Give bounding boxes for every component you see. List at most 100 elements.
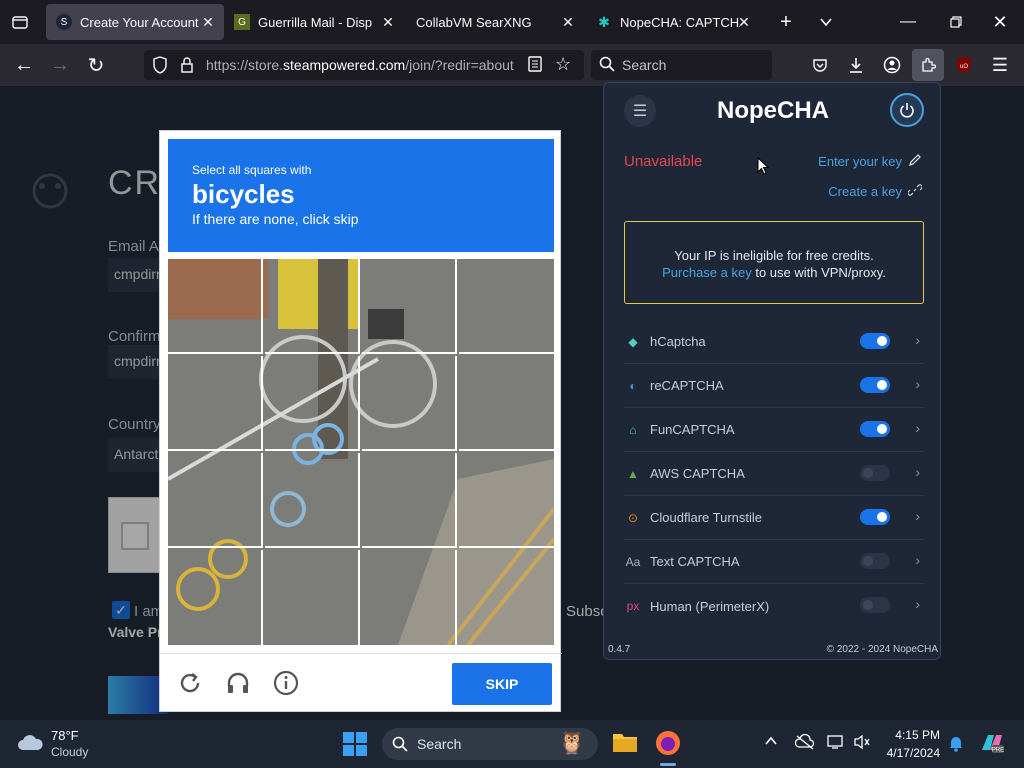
chevron-right-icon[interactable]: › bbox=[915, 332, 920, 348]
clock-date[interactable]: 4/17/2024 bbox=[880, 746, 940, 760]
captcha-tile[interactable] bbox=[265, 259, 360, 354]
close-tab-icon[interactable]: ✕ bbox=[560, 14, 576, 30]
steam-icon: S bbox=[56, 14, 72, 30]
chevron-down-icon[interactable] bbox=[812, 8, 840, 36]
captcha-tile[interactable] bbox=[265, 356, 360, 451]
captcha-tile[interactable] bbox=[362, 550, 457, 645]
file-explorer-icon[interactable] bbox=[612, 730, 638, 759]
extensions-icon[interactable] bbox=[912, 49, 944, 81]
chevron-right-icon[interactable]: › bbox=[915, 420, 920, 436]
chevron-right-icon[interactable]: › bbox=[915, 376, 920, 392]
hcaptcha-toggle[interactable] bbox=[860, 333, 890, 349]
captcha-tile[interactable] bbox=[362, 259, 457, 354]
close-tab-icon[interactable]: ✕ bbox=[200, 14, 216, 30]
captcha-tile[interactable] bbox=[265, 550, 360, 645]
taskbar-search[interactable]: Search 🦉 bbox=[382, 728, 598, 760]
captcha-footer: SKIP bbox=[160, 653, 562, 713]
notification-bell-icon[interactable] bbox=[948, 734, 964, 757]
copilot-icon[interactable]: PRE bbox=[980, 732, 1004, 759]
service-row-cloudflare[interactable]: ⊙ Cloudflare Turnstile › bbox=[624, 496, 924, 540]
captcha-tile[interactable] bbox=[459, 550, 554, 645]
taskbar: 78°F Cloudy Search 🦉 4:15 PM 4/17/2024 P… bbox=[0, 720, 1024, 768]
pocket-icon[interactable] bbox=[806, 51, 834, 79]
chevron-right-icon[interactable]: › bbox=[915, 552, 920, 568]
captcha-tile[interactable] bbox=[265, 453, 360, 548]
lock-icon[interactable] bbox=[180, 56, 194, 77]
windows-start-icon[interactable] bbox=[343, 732, 367, 761]
notice-text: Your IP is ineligible for free credits. bbox=[674, 248, 874, 263]
tab-label: CollabVM SearXNG bbox=[416, 14, 532, 30]
audio-icon[interactable] bbox=[225, 670, 251, 701]
tab-create-account[interactable]: S Create Your Account ✕ bbox=[46, 4, 224, 40]
purchase-key-link[interactable]: Purchase a key bbox=[662, 265, 752, 280]
enter-key-label: Enter your key bbox=[818, 154, 902, 169]
download-icon[interactable] bbox=[842, 51, 870, 79]
recaptcha-toggle[interactable] bbox=[860, 377, 890, 393]
maximize-icon[interactable] bbox=[942, 8, 970, 36]
nopecha-popup: ☰ NopeCHA Unavailable Enter your key Cre… bbox=[603, 82, 941, 660]
minimize-icon[interactable]: — bbox=[894, 8, 922, 36]
cloudflare-toggle[interactable] bbox=[860, 509, 890, 525]
reload-icon[interactable]: ↻ bbox=[82, 51, 110, 79]
tab-list-icon[interactable] bbox=[6, 8, 34, 36]
shield-icon[interactable] bbox=[152, 56, 168, 77]
network-icon[interactable] bbox=[827, 734, 845, 755]
chevron-right-icon[interactable]: › bbox=[915, 508, 920, 524]
funcaptcha-toggle[interactable] bbox=[860, 421, 890, 437]
volume-icon[interactable] bbox=[853, 734, 871, 755]
close-tab-icon[interactable]: ✕ bbox=[736, 14, 752, 30]
bookmark-star-icon[interactable]: ☆ bbox=[555, 54, 571, 75]
onedrive-icon[interactable] bbox=[794, 733, 815, 755]
close-tab-icon[interactable]: ✕ bbox=[380, 14, 396, 30]
service-row-perimeterx[interactable]: px Human (PerimeterX) › bbox=[624, 584, 924, 628]
create-key-link[interactable]: Create a key bbox=[828, 183, 923, 200]
menu-icon[interactable]: ☰ bbox=[986, 51, 1014, 79]
chevron-right-icon[interactable]: › bbox=[915, 596, 920, 612]
captcha-tile[interactable] bbox=[168, 259, 263, 354]
enter-key-link[interactable]: Enter your key bbox=[818, 153, 922, 170]
captcha-tile[interactable] bbox=[362, 453, 457, 548]
clock-time[interactable]: 4:15 PM bbox=[884, 728, 940, 742]
temperature-label: 78°F bbox=[51, 728, 79, 743]
captcha-tile[interactable] bbox=[459, 356, 554, 451]
tab-guerrilla-mail[interactable]: G Guerrilla Mail - Disp ✕ bbox=[224, 4, 404, 40]
captcha-tile[interactable] bbox=[168, 453, 263, 548]
close-window-icon[interactable]: ✕ bbox=[986, 8, 1014, 36]
power-icon[interactable] bbox=[890, 93, 924, 127]
tab-collabvm-searxng[interactable]: CollabVM SearXNG ✕ bbox=[406, 4, 584, 40]
captcha-tile[interactable] bbox=[168, 550, 263, 645]
chevron-right-icon[interactable]: › bbox=[915, 464, 920, 480]
new-tab-icon[interactable]: + bbox=[772, 8, 800, 36]
reader-view-icon[interactable] bbox=[528, 56, 542, 75]
aws-toggle[interactable] bbox=[860, 465, 890, 481]
back-icon[interactable]: ← bbox=[10, 51, 38, 79]
text-captcha-toggle[interactable] bbox=[860, 553, 890, 569]
perimeterx-toggle[interactable] bbox=[860, 597, 890, 613]
service-row-text-captcha[interactable]: Aa Text CAPTCHA › bbox=[624, 540, 924, 584]
service-row-hcaptcha[interactable]: ◆ hCaptcha › bbox=[624, 320, 924, 364]
reload-icon[interactable] bbox=[177, 670, 203, 701]
account-icon[interactable] bbox=[878, 51, 906, 79]
text-icon: Aa bbox=[625, 554, 641, 569]
service-row-recaptcha[interactable]: ◐ reCAPTCHA › bbox=[624, 364, 924, 408]
service-row-funcaptcha[interactable]: ⌂ FunCAPTCHA › bbox=[624, 408, 924, 452]
service-label: Human (PerimeterX) bbox=[650, 598, 770, 614]
captcha-tile[interactable] bbox=[168, 356, 263, 451]
captcha-tile[interactable] bbox=[362, 356, 457, 451]
url-prefix: https://store. bbox=[206, 57, 284, 73]
url-text[interactable]: https://store.steampowered.com/join/?red… bbox=[206, 57, 516, 73]
info-icon[interactable] bbox=[273, 670, 299, 701]
version-label: 0.4.7 bbox=[608, 644, 631, 655]
chevron-up-icon[interactable] bbox=[764, 734, 778, 753]
service-row-aws[interactable]: ▲ AWS CAPTCHA › bbox=[624, 452, 924, 496]
captcha-tile[interactable] bbox=[459, 259, 554, 354]
tab-nopecha[interactable]: ✱ NopeCHA: CAPTCHA S ✕ bbox=[586, 4, 760, 40]
service-label: Cloudflare Turnstile bbox=[650, 510, 762, 525]
captcha-tile[interactable] bbox=[459, 453, 554, 548]
forward-icon[interactable]: → bbox=[46, 51, 74, 79]
ublock-icon[interactable]: uO bbox=[950, 51, 978, 79]
url-bar[interactable]: https://store.steampowered.com/join/?red… bbox=[144, 50, 584, 80]
skip-button[interactable]: SKIP bbox=[452, 663, 552, 705]
search-bar[interactable]: Search bbox=[591, 50, 772, 80]
firefox-icon[interactable] bbox=[655, 730, 681, 761]
